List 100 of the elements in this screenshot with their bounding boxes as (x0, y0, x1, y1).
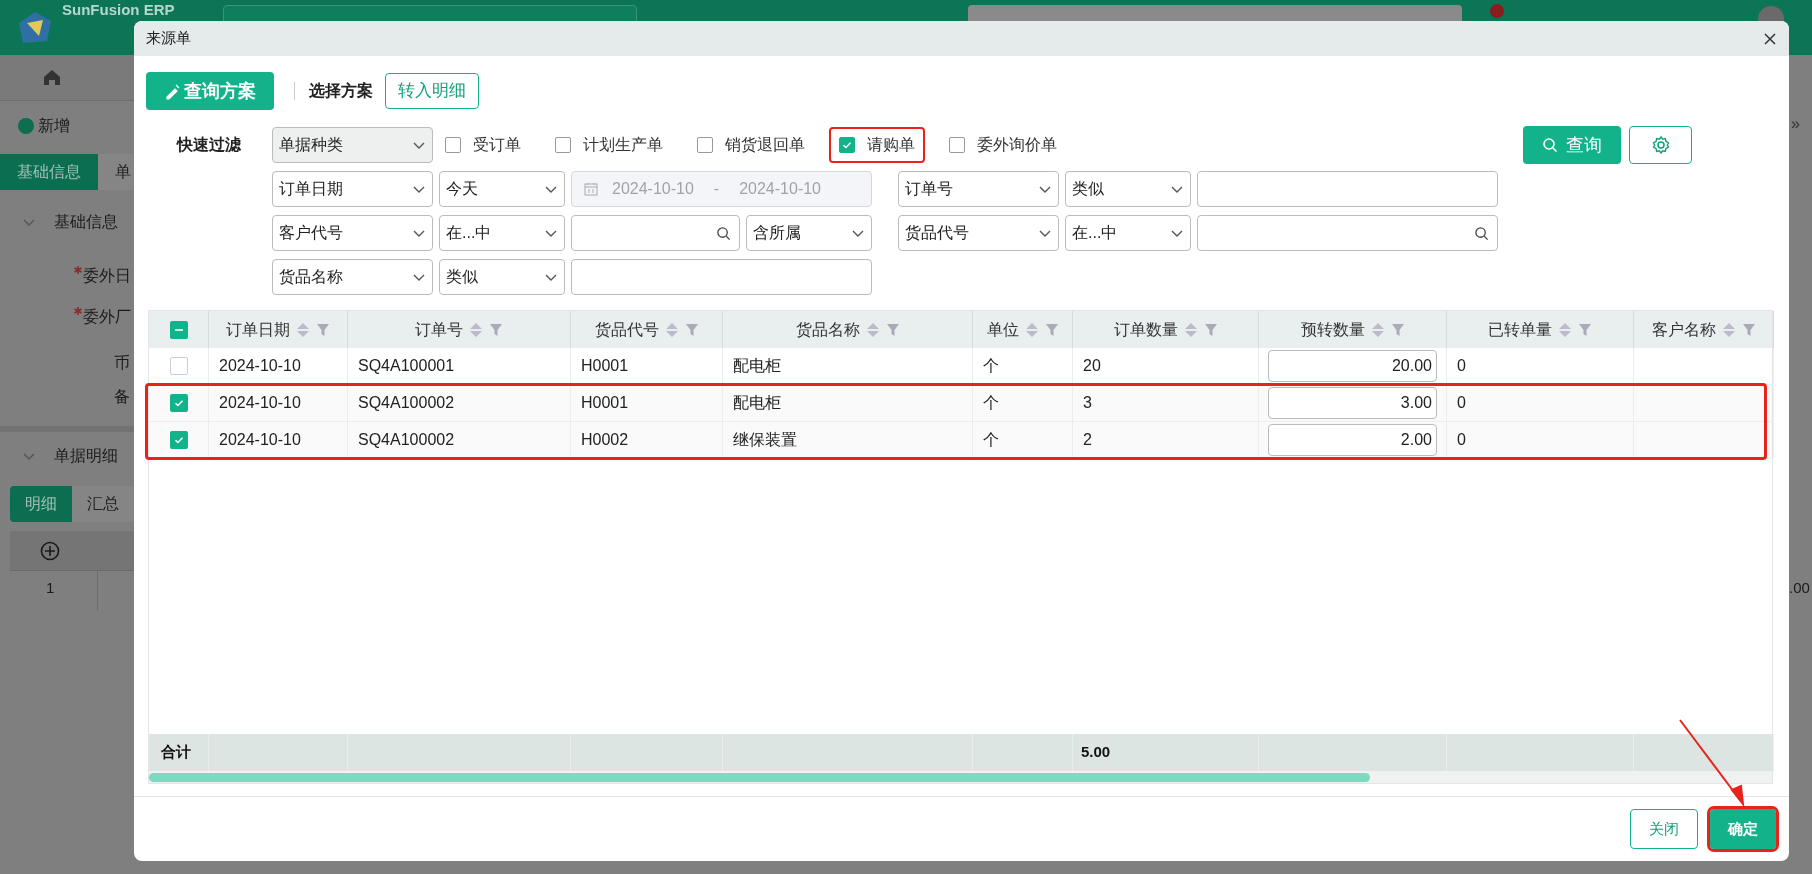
table-cell-text: 配电柜 (733, 356, 781, 376)
field-label: 币 (114, 353, 130, 373)
section-title: 基础信息 (54, 212, 118, 232)
sort-icon[interactable] (664, 321, 679, 338)
table-cell-text: 2 (1083, 430, 1092, 450)
checkbox-option[interactable]: 委外询价单 (939, 127, 1067, 163)
table-cell-text: 个 (983, 356, 999, 376)
table-cell-text: 2024-10-10 (219, 356, 301, 376)
select-field[interactable]: 含所属 (746, 215, 872, 251)
table-cell-text: 2024-10-10 (219, 393, 301, 413)
checkbox[interactable] (697, 137, 713, 153)
select-field[interactable]: 订单日期 (272, 171, 433, 207)
settings-icon (1650, 135, 1671, 155)
filter-icon[interactable] (684, 322, 699, 337)
select-field[interactable]: 货品名称 (272, 259, 433, 295)
filter-icon[interactable] (885, 322, 900, 337)
search-icon[interactable] (716, 225, 731, 241)
checkbox-option[interactable]: 销货退回单 (687, 127, 815, 163)
sort-icon[interactable] (1721, 321, 1736, 338)
table-cell-text: 个 (983, 393, 999, 413)
tab[interactable]: 汇总 (72, 486, 134, 522)
logo-icon (17, 10, 53, 45)
sort-icon[interactable] (469, 321, 483, 338)
search-field[interactable] (1197, 215, 1498, 251)
row-checkbox[interactable] (169, 394, 188, 412)
date-separator: - (713, 179, 720, 199)
dialog-title: 来源单 (146, 28, 191, 49)
table-cell-text: 配电柜 (733, 393, 781, 413)
select-field[interactable]: 在...中 (1065, 215, 1191, 251)
field-label: 委外厂 (83, 307, 131, 327)
checkbox-option[interactable]: 请购单 (829, 127, 925, 163)
row-number: 1 (46, 578, 55, 598)
select-field[interactable]: 订单号 (898, 171, 1059, 207)
calendar-icon (584, 182, 598, 196)
sort-icon[interactable] (1183, 321, 1198, 338)
select-field[interactable]: 货品代号 (898, 215, 1059, 251)
filter-label: 快速过滤 (177, 135, 242, 155)
table-cell-text: SQ4A100002 (358, 393, 455, 413)
total-value: 5.00 (1081, 742, 1111, 763)
avatar-icon[interactable] (1758, 6, 1784, 22)
input-field[interactable] (1197, 171, 1498, 207)
quantity-input[interactable]: 20.00 (1268, 350, 1437, 382)
table-cell-text: H0002 (581, 430, 629, 450)
brand-name: SunFusion ERP (62, 1, 175, 19)
select-all-checkbox[interactable] (169, 320, 188, 339)
filter-icon[interactable] (1390, 322, 1405, 337)
table-cell-text: 3 (1083, 393, 1092, 413)
table-cell-text: H0001 (581, 393, 629, 413)
edit-icon (164, 82, 182, 100)
field-label: 委外日 (83, 266, 131, 286)
table-cell-text: 继保装置 (733, 430, 797, 450)
scrollbar-thumb[interactable] (149, 772, 1370, 782)
filter-icon[interactable] (1203, 322, 1218, 337)
date-end: 2024-10-10 (739, 179, 821, 199)
new-button[interactable]: 新增 (38, 114, 70, 138)
plus-icon (18, 118, 34, 134)
select-field[interactable]: 类似 (439, 259, 565, 295)
home-icon[interactable] (42, 68, 62, 86)
search-icon[interactable] (1474, 225, 1489, 241)
table-cell-text: .00 (1789, 578, 1810, 598)
input-field[interactable] (571, 259, 872, 295)
sort-icon[interactable] (1370, 321, 1385, 338)
sort-icon[interactable] (865, 321, 880, 338)
table-cell-text: 2024-10-10 (219, 430, 301, 450)
select-field[interactable]: 今天 (439, 171, 565, 207)
checkbox[interactable] (555, 137, 571, 153)
scheme-label: 选择方案 (309, 81, 373, 101)
sort-icon[interactable] (1024, 321, 1039, 338)
table-cell-text: 0 (1457, 430, 1466, 450)
checkbox[interactable] (839, 137, 855, 153)
add-row-icon[interactable] (40, 541, 60, 561)
search-icon (1542, 137, 1558, 153)
checkbox-option[interactable]: 受订单 (435, 127, 531, 163)
table-cell-text: 0 (1457, 393, 1466, 413)
filter-icon[interactable] (1044, 322, 1059, 337)
filter-icon[interactable] (489, 322, 503, 337)
field-label: 备 (114, 387, 130, 407)
close-icon[interactable] (1763, 31, 1777, 46)
checkbox[interactable] (949, 137, 965, 153)
select-field[interactable]: 客户代号 (272, 215, 433, 251)
filter-icon[interactable] (1578, 322, 1592, 337)
search-field[interactable] (571, 215, 740, 251)
settings-button[interactable] (1629, 126, 1692, 164)
header-search-bar[interactable] (968, 5, 1462, 21)
select-field[interactable]: 单据种类 (272, 127, 433, 163)
row-checkbox[interactable] (169, 431, 188, 449)
totals-label: 合计 (161, 742, 191, 763)
sort-icon[interactable] (1558, 321, 1572, 338)
select-field[interactable]: 在...中 (439, 215, 565, 251)
sort-icon[interactable] (296, 321, 310, 338)
checkbox-option[interactable]: 计划生产单 (545, 127, 673, 163)
checkbox[interactable] (445, 137, 461, 153)
filter-icon[interactable] (316, 322, 330, 337)
date-start: 2024-10-10 (612, 179, 694, 199)
quantity-input[interactable]: 3.00 (1268, 387, 1437, 419)
quantity-input[interactable]: 2.00 (1268, 424, 1437, 456)
select-field[interactable]: 类似 (1065, 171, 1191, 207)
table-cell-text: SQ4A100002 (358, 430, 455, 450)
filter-icon[interactable] (1741, 322, 1756, 337)
row-checkbox[interactable] (169, 357, 188, 375)
